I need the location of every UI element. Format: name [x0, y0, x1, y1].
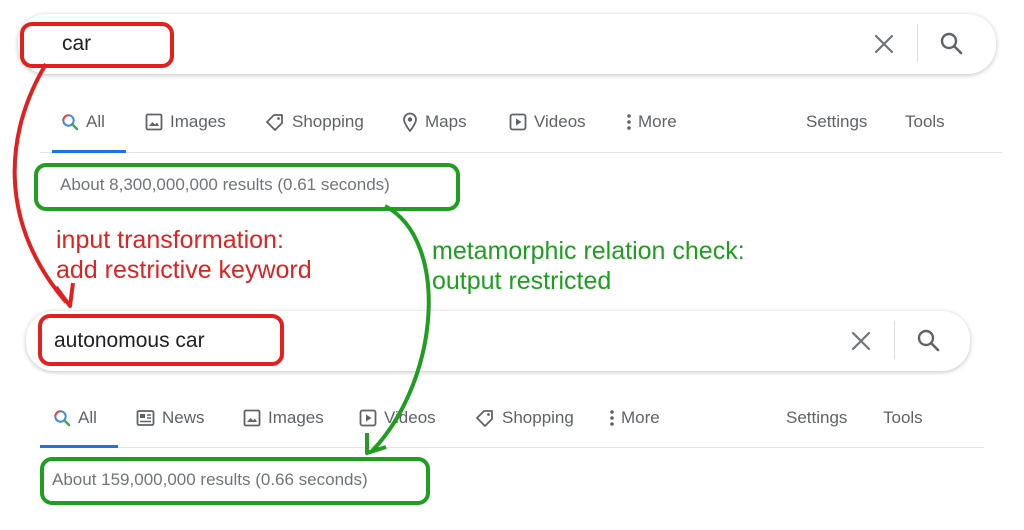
relation-check-arrow: [370, 204, 431, 453]
annotation-arrows: [12, 62, 431, 455]
input-transformation-arrow: [12, 62, 68, 304]
